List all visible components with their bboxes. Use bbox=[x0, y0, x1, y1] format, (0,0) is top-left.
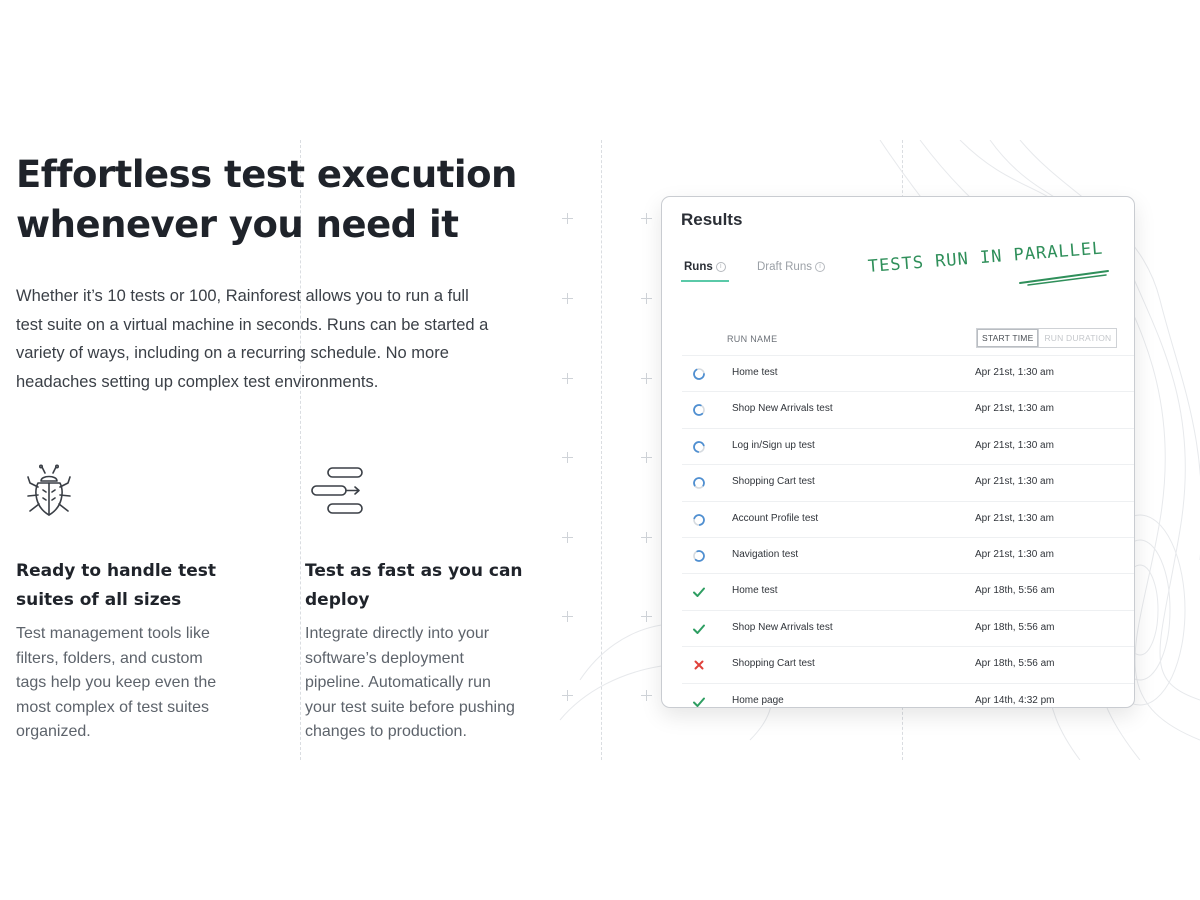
feature-text-line: organized. bbox=[16, 723, 91, 740]
run-start-time: Apr 21st, 1:30 am bbox=[975, 512, 1054, 524]
feature-title: Ready to handle test suites of all sizes bbox=[16, 557, 276, 615]
run-row[interactable]: Log in/Sign up test Apr 21st, 1:30 am bbox=[682, 427, 1134, 464]
headline-line: whenever you need it bbox=[16, 203, 459, 246]
grid-plus bbox=[562, 532, 573, 543]
run-row[interactable]: Shop New Arrivals test Apr 21st, 1:30 am bbox=[682, 391, 1134, 427]
sort-toggle: START TIME RUN DURATION bbox=[976, 328, 1118, 348]
run-name: Shop New Arrivals test bbox=[732, 621, 833, 633]
tab-runs[interactable]: Runs i bbox=[684, 261, 726, 273]
start-time-toggle[interactable]: START TIME bbox=[977, 329, 1040, 347]
feature-text-line: changes to production. bbox=[305, 723, 467, 740]
tab-label: Runs bbox=[684, 261, 713, 273]
run-row[interactable]: Shopping Cart test Apr 18th, 5:56 am bbox=[682, 646, 1134, 682]
run-start-time: Apr 21st, 1:30 am bbox=[975, 548, 1054, 560]
feature-text-line: Test management tools like bbox=[16, 625, 210, 642]
run-name: Home test bbox=[732, 367, 778, 378]
grid-plus bbox=[641, 213, 652, 224]
running-spinner-icon bbox=[693, 477, 705, 489]
feature-text-line: tags help you keep even the bbox=[16, 674, 217, 691]
grid-plus bbox=[641, 690, 652, 701]
run-start-time: Apr 18th, 5:56 am bbox=[975, 658, 1055, 670]
running-spinner-icon bbox=[693, 404, 705, 417]
grid-plus bbox=[562, 373, 573, 384]
intro-paragraph: Whether it’s 10 tests or 100, Rainforest… bbox=[16, 282, 546, 396]
grid-plus bbox=[562, 293, 573, 304]
run-row[interactable]: Navigation test Apr 21st, 1:30 am bbox=[682, 536, 1134, 573]
tab-label: Draft Runs bbox=[757, 261, 812, 273]
pipeline-icon bbox=[311, 467, 363, 514]
grid-plus bbox=[641, 452, 652, 463]
feature-text-line: software’s deployment bbox=[305, 649, 464, 667]
feature-description: Integrate directly into your software’s … bbox=[305, 622, 565, 745]
run-start-time: Apr 21st, 1:30 am bbox=[975, 476, 1054, 488]
run-name: Shopping Cart test bbox=[732, 658, 815, 670]
intro-line: variety of ways, including on a recurrin… bbox=[16, 344, 449, 362]
feature-title: Test as fast as you can deploy bbox=[305, 557, 565, 615]
running-spinner-icon bbox=[693, 513, 705, 526]
run-row[interactable]: Shopping Cart test Apr 21st, 1:30 am bbox=[682, 464, 1134, 500]
column-header-run-name: RUN NAME bbox=[727, 334, 778, 344]
feature-text-line: filters, folders, and custom bbox=[16, 649, 203, 667]
run-name: Home page bbox=[732, 694, 784, 706]
feature-title-line: deploy bbox=[305, 590, 370, 610]
info-icon: i bbox=[814, 262, 825, 272]
feature-text-line: Integrate directly into your bbox=[305, 625, 490, 642]
run-name: Navigation test bbox=[732, 548, 799, 560]
info-icon: i bbox=[715, 262, 726, 272]
run-name: Log in/Sign up test bbox=[732, 439, 815, 451]
run-start-time: Apr 14th, 4:32 pm bbox=[975, 694, 1055, 706]
run-duration-toggle[interactable]: RUN DURATION bbox=[1039, 329, 1116, 347]
check-icon bbox=[693, 587, 705, 598]
feature-text-line: your test suite before pushing bbox=[305, 698, 515, 716]
run-row[interactable]: Home test Apr 18th, 5:56 am bbox=[682, 573, 1134, 609]
page-headline: Effortless test execution whenever you n… bbox=[16, 150, 576, 250]
run-start-time: Apr 21st, 1:30 am bbox=[975, 439, 1054, 451]
results-card: Results Runs i Draft Runs i TESTS RUN IN… bbox=[661, 196, 1135, 708]
check-icon bbox=[693, 624, 705, 634]
running-spinner-icon bbox=[693, 550, 705, 562]
runs-list: Home test Apr 21st, 1:30 am Shop New Arriv… bbox=[682, 355, 1134, 719]
run-row[interactable]: Shop New Arrivals test Apr 18th, 5:56 am bbox=[682, 609, 1134, 646]
feature-title-line: Ready to handle test bbox=[16, 561, 217, 581]
feature-text-line: most complex of test suites bbox=[16, 698, 209, 716]
grid-plus bbox=[641, 611, 652, 622]
run-start-time: Apr 18th, 5:56 am bbox=[975, 585, 1055, 597]
run-start-time: Apr 21st, 1:30 am bbox=[975, 367, 1054, 378]
feature-title-line: suites of all sizes bbox=[16, 590, 182, 610]
run-name: Shopping Cart test bbox=[732, 476, 815, 488]
running-spinner-icon bbox=[693, 440, 705, 453]
active-tab-indicator bbox=[681, 280, 729, 282]
grid-plus bbox=[641, 373, 652, 384]
run-start-time: Apr 18th, 5:56 am bbox=[975, 621, 1055, 633]
feature-description: Test management tools like filters, fold… bbox=[16, 622, 276, 745]
running-spinner-icon bbox=[693, 368, 705, 380]
run-name: Shop New Arrivals test bbox=[732, 403, 833, 415]
intro-line: test suite on a virtual machine in secon… bbox=[16, 315, 489, 334]
failed-x-icon bbox=[694, 660, 704, 670]
run-name: Home test bbox=[732, 585, 778, 597]
run-row[interactable]: Home test Apr 21st, 1:30 am bbox=[682, 355, 1134, 391]
run-row[interactable]: Home page Apr 14th, 4:32 pm bbox=[682, 682, 1134, 719]
grid-plus bbox=[641, 532, 652, 543]
feature-title-line: Test as fast as you can bbox=[305, 561, 523, 581]
headline-line: Effortless test execution bbox=[16, 153, 517, 196]
results-title: Results bbox=[681, 210, 743, 229]
grid-plus bbox=[641, 293, 652, 304]
handwritten-annotation: TESTS RUN IN PARALLEL bbox=[867, 239, 1109, 289]
annotation-underline bbox=[1019, 270, 1109, 286]
run-row[interactable]: Account Profile test Apr 21st, 1:30 am bbox=[682, 500, 1134, 537]
tab-draft-runs[interactable]: Draft Runs i bbox=[757, 261, 825, 273]
grid-plus bbox=[562, 452, 573, 463]
bug-icon bbox=[27, 464, 71, 516]
run-name: Account Profile test bbox=[732, 512, 819, 524]
feature-text-line: pipeline. Automatically run bbox=[305, 674, 491, 691]
run-start-time: Apr 21st, 1:30 am bbox=[975, 403, 1054, 415]
check-icon bbox=[693, 697, 705, 707]
intro-line: Whether it’s 10 tests or 100, Rainforest… bbox=[16, 287, 469, 305]
intro-line: headaches setting up complex test enviro… bbox=[16, 372, 379, 391]
